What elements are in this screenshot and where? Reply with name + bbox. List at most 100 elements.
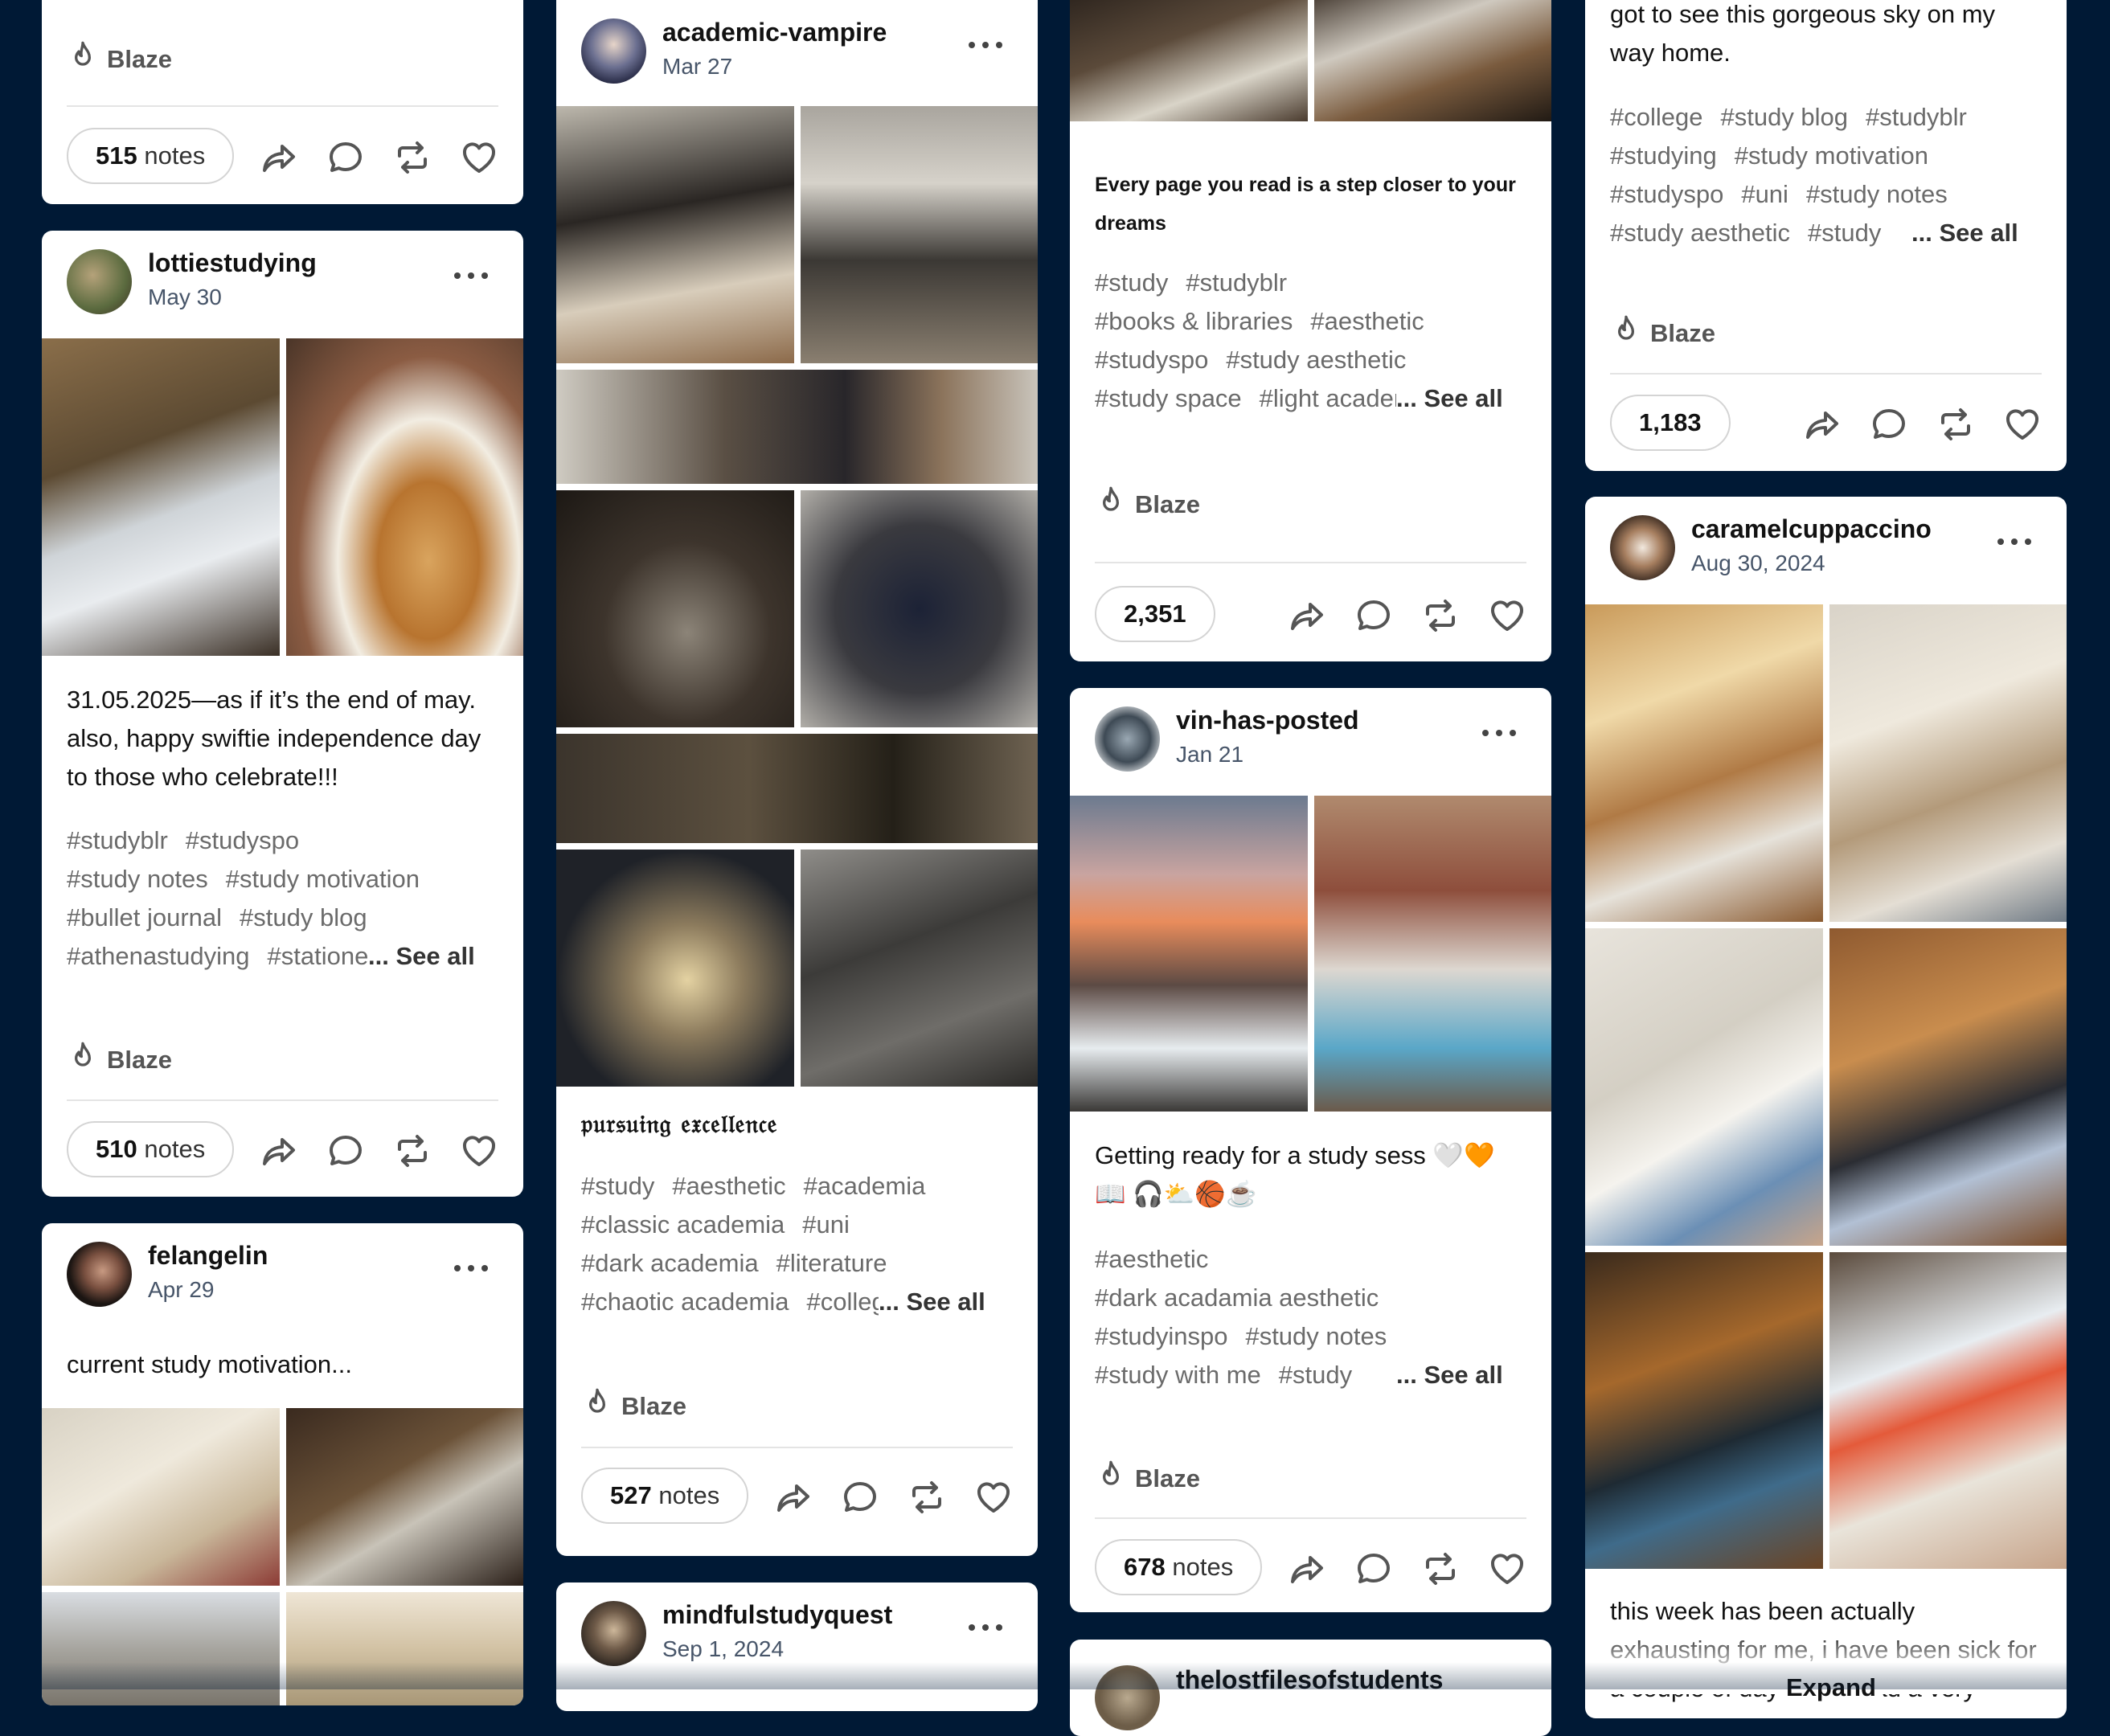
see-all-tags-link[interactable]: ... See all xyxy=(1911,214,2018,252)
reply-icon[interactable] xyxy=(841,1478,879,1517)
share-icon[interactable] xyxy=(1288,596,1326,635)
tag[interactable]: #studyspo xyxy=(1610,180,1723,208)
username[interactable]: academic-vampire xyxy=(662,18,887,47)
post-date[interactable]: Mar 27 xyxy=(662,54,732,80)
tag[interactable]: #studyblr xyxy=(1866,103,1967,131)
photo[interactable] xyxy=(1070,0,1308,121)
reblog-icon[interactable] xyxy=(1421,1550,1460,1588)
tag[interactable]: #study motivation xyxy=(226,865,420,893)
post-date[interactable]: Sep 1, 2024 xyxy=(662,1636,784,1662)
notes-count-button[interactable]: 515 notes xyxy=(67,128,235,184)
notes-count-button[interactable]: 678 notes xyxy=(1095,1539,1263,1595)
share-icon[interactable] xyxy=(1803,405,1842,444)
username[interactable]: felangelin xyxy=(148,1241,268,1271)
tag[interactable]: #studying xyxy=(1610,141,1717,170)
more-options-icon[interactable] xyxy=(451,1255,491,1279)
see-all-tags-link[interactable]: ... See all xyxy=(368,937,475,976)
avatar[interactable] xyxy=(581,18,646,84)
more-options-icon[interactable] xyxy=(1994,529,2034,553)
photo[interactable] xyxy=(801,106,1038,363)
tag[interactable]: #study aesthetic xyxy=(1226,346,1406,374)
tag[interactable]: #academia xyxy=(804,1172,926,1200)
like-heart-icon[interactable] xyxy=(974,1478,1013,1517)
more-options-icon[interactable] xyxy=(451,263,491,287)
like-heart-icon[interactable] xyxy=(460,1132,498,1170)
photo[interactable] xyxy=(556,490,794,727)
see-all-tags-link[interactable]: ... See all xyxy=(1396,1356,1503,1394)
reblog-icon[interactable] xyxy=(1936,405,1975,444)
reblog-icon[interactable] xyxy=(1421,596,1460,635)
reply-icon[interactable] xyxy=(326,1132,365,1170)
like-heart-icon[interactable] xyxy=(460,138,498,177)
tag[interactable]: #aesthetic xyxy=(1095,1245,1208,1273)
reblog-icon[interactable] xyxy=(393,138,432,177)
like-heart-icon[interactable] xyxy=(1488,1550,1526,1588)
photo[interactable] xyxy=(556,734,1038,843)
photo[interactable] xyxy=(1829,1252,2067,1569)
tag[interactable]: #study blog xyxy=(240,903,367,931)
tag[interactable]: #studyspo xyxy=(186,826,299,854)
photo[interactable] xyxy=(1585,928,1823,1246)
share-icon[interactable] xyxy=(260,138,298,177)
tag[interactable]: #literature xyxy=(776,1249,887,1277)
tag[interactable]: #aesthetic xyxy=(1310,307,1424,335)
more-options-icon[interactable] xyxy=(965,32,1006,56)
tag[interactable]: #studyblr xyxy=(1186,268,1287,297)
tag[interactable]: #study xyxy=(1279,1361,1352,1389)
post-date[interactable]: Apr 29 xyxy=(148,1277,215,1303)
username[interactable]: lottiestudying xyxy=(148,248,317,278)
photo[interactable] xyxy=(1070,796,1308,1112)
tag[interactable]: #study motivation xyxy=(1735,141,1928,170)
tag[interactable]: #study xyxy=(1808,219,1881,247)
tag[interactable]: #bullet journal xyxy=(67,903,222,931)
post-date[interactable]: Jan 21 xyxy=(1176,742,1243,768)
tag[interactable]: #study notes xyxy=(1806,180,1948,208)
tag[interactable]: #studyspo xyxy=(1095,346,1208,374)
notes-count-button[interactable]: 2,351 xyxy=(1095,586,1215,642)
photo[interactable] xyxy=(556,850,794,1087)
photo[interactable] xyxy=(1585,1252,1823,1569)
like-heart-icon[interactable] xyxy=(1488,596,1526,635)
tag[interactable]: #study blog xyxy=(1720,103,1848,131)
photo[interactable] xyxy=(1829,928,2067,1246)
reply-icon[interactable] xyxy=(1354,1550,1393,1588)
tag[interactable]: #study aesthetic xyxy=(1610,219,1790,247)
tag[interactable]: #study with me xyxy=(1095,1361,1261,1389)
reply-icon[interactable] xyxy=(1870,405,1908,444)
more-options-icon[interactable] xyxy=(1479,720,1519,744)
post-date[interactable]: Aug 30, 2024 xyxy=(1691,551,1825,576)
photo[interactable] xyxy=(1585,604,1823,922)
tag[interactable]: #college xyxy=(1610,103,1702,131)
tag[interactable]: #dark acadamia aesthetic xyxy=(1095,1284,1379,1312)
photo[interactable] xyxy=(801,850,1038,1087)
tag[interactable]: #study xyxy=(1095,268,1168,297)
photo[interactable] xyxy=(42,1408,280,1586)
avatar[interactable] xyxy=(67,1242,132,1307)
username[interactable]: caramelcuppaccino xyxy=(1691,514,1932,544)
tag[interactable]: #books & libraries xyxy=(1095,307,1293,335)
photo[interactable] xyxy=(42,338,280,656)
see-all-tags-link[interactable]: ... See all xyxy=(879,1283,985,1321)
tag[interactable]: #aesthetic xyxy=(672,1172,785,1200)
reply-icon[interactable] xyxy=(1354,596,1393,635)
see-all-tags-link[interactable]: ... See all xyxy=(1396,379,1503,418)
reblog-icon[interactable] xyxy=(393,1132,432,1170)
tag[interactable]: #study space xyxy=(1095,384,1242,412)
photo[interactable] xyxy=(556,370,1038,484)
share-icon[interactable] xyxy=(1288,1550,1326,1588)
avatar[interactable] xyxy=(67,249,132,314)
tag[interactable]: #studyblr xyxy=(67,826,168,854)
notes-count-button[interactable]: 527 notes xyxy=(581,1468,749,1524)
avatar[interactable] xyxy=(581,1601,646,1666)
tag[interactable]: #athenastudying xyxy=(67,942,250,970)
like-heart-icon[interactable] xyxy=(2003,405,2042,444)
tag[interactable]: #studyinspo xyxy=(1095,1322,1227,1350)
notes-count-button[interactable]: 510 notes xyxy=(67,1121,235,1177)
photo[interactable] xyxy=(556,106,794,363)
reblog-icon[interactable] xyxy=(908,1478,946,1517)
notes-count-button[interactable]: 1,183 xyxy=(1610,395,1731,451)
tag[interactable]: #uni xyxy=(802,1210,850,1239)
share-icon[interactable] xyxy=(260,1132,298,1170)
tag[interactable]: #uni xyxy=(1741,180,1788,208)
username[interactable]: vin-has-posted xyxy=(1176,706,1359,735)
